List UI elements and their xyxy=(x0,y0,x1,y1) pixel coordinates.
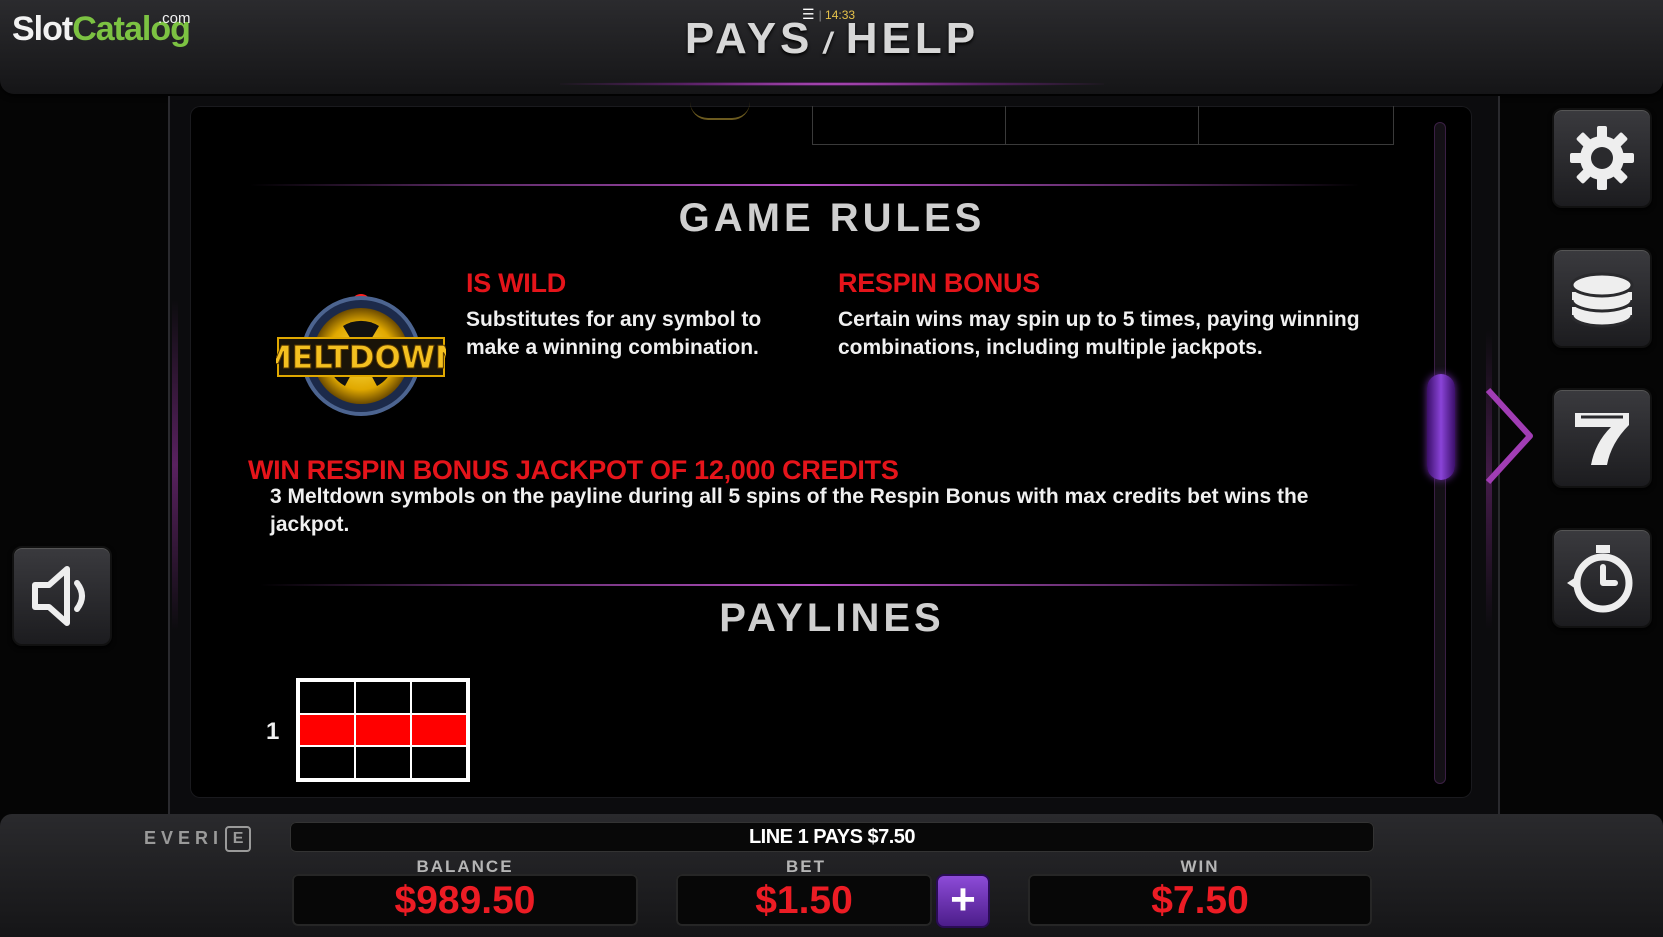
bet-coins-button[interactable] xyxy=(1552,248,1652,348)
speaker-icon xyxy=(32,566,85,626)
paytable-fragment xyxy=(812,106,1394,145)
respin-heading: RESPIN BONUS xyxy=(838,268,1040,298)
jackpot-heading: WIN RESPIN BONUS JACKPOT OF 12,000 CREDI… xyxy=(248,455,899,485)
page-title: PAYS / HELP xyxy=(684,14,980,63)
wild-description: Substitutes for any symbol to make a win… xyxy=(466,308,762,359)
active-page-pointer xyxy=(1484,386,1536,486)
payline-cell xyxy=(355,746,411,779)
payline-cell xyxy=(299,713,355,747)
bet-increase-button[interactable]: + xyxy=(936,874,990,928)
seven-icon xyxy=(1575,413,1629,465)
payline-cell xyxy=(411,713,467,747)
section-divider xyxy=(250,184,1360,186)
section-divider xyxy=(260,584,1360,586)
paytable-button[interactable] xyxy=(1552,388,1652,488)
logo-domain: .com xyxy=(158,10,191,27)
payline-cell xyxy=(299,746,355,779)
previous-symbol-fragment xyxy=(690,102,750,120)
payline-number: 1 xyxy=(266,718,280,745)
payline-1-grid xyxy=(296,678,470,782)
settings-button[interactable] xyxy=(1552,108,1652,208)
paylines-title: PAYLINES xyxy=(719,596,945,640)
payline-cell xyxy=(411,746,467,779)
title-glow xyxy=(560,82,1104,86)
wild-heading: IS WILD xyxy=(466,268,566,298)
payline-cell xyxy=(355,713,411,747)
win-message: LINE 1 PAYS $7.50 xyxy=(290,822,1374,852)
balance-value: $989.50 xyxy=(292,874,638,926)
win-value: $7.50 xyxy=(1028,874,1372,926)
sound-button[interactable] xyxy=(12,546,112,646)
payline-cell xyxy=(355,681,411,714)
coin-stack-icon xyxy=(1570,272,1634,328)
jackpot-description: 3 Meltdown symbols on the payline during… xyxy=(270,485,1309,536)
payline-cell xyxy=(411,681,467,714)
stopwatch-icon xyxy=(1567,545,1633,613)
meltdown-wild-symbol: MELTDOWN xyxy=(260,288,462,418)
respin-description: Certain wins may spin up to 5 times, pay… xyxy=(838,308,1360,359)
bet-value: $1.50 xyxy=(676,874,932,926)
left-glow xyxy=(172,300,178,630)
payline-cell xyxy=(299,681,355,714)
meltdown-logo-text: MELTDOWN xyxy=(276,340,446,376)
autoplay-button[interactable] xyxy=(1552,528,1652,628)
game-rules-title: GAME RULES xyxy=(678,196,986,240)
gear-icon xyxy=(1570,126,1634,190)
provider-logo: EVERI E xyxy=(144,826,252,852)
scrollbar-thumb[interactable] xyxy=(1427,374,1455,480)
